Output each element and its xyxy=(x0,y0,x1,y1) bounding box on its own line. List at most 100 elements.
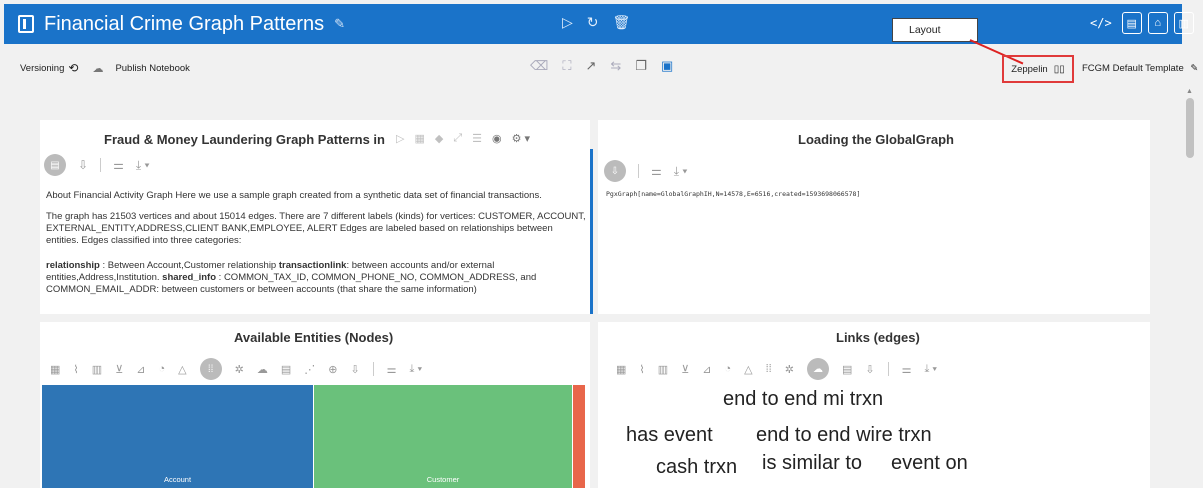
external-link-icon[interactable]: ↗ xyxy=(586,58,597,74)
cloud-chart-icon[interactable]: ☁ xyxy=(257,363,268,376)
paragraph-output: PgxGraph[name=GlobalGraphIH,N=14578,E=65… xyxy=(606,190,861,198)
table-icon[interactable]: ▦ xyxy=(50,363,60,376)
area-chart-icon[interactable]: ⊿ xyxy=(702,363,711,376)
versioning-link[interactable]: Versioning xyxy=(20,63,64,74)
template-label: FCGM Default Template xyxy=(1082,63,1184,74)
divider xyxy=(372,362,374,376)
divider xyxy=(638,164,639,178)
line-chart-icon[interactable]: ⌇ xyxy=(73,363,78,376)
export-icon[interactable]: ⇩ xyxy=(78,158,88,172)
edit-title-icon[interactable]: ✎ xyxy=(334,16,345,32)
clone-icon[interactable]: ❐ xyxy=(635,58,647,74)
sun-icon[interactable]: ✲ xyxy=(235,363,244,376)
chart-icon[interactable]: ▦ xyxy=(414,132,424,145)
divider xyxy=(100,158,102,172)
run-paragraph-icon[interactable]: ▷ xyxy=(396,132,404,145)
export-view-icon[interactable]: ⇩ xyxy=(604,160,626,182)
trash-icon[interactable]: 🗑 xyxy=(613,14,631,31)
triangle-icon[interactable]: △ xyxy=(744,363,752,376)
template-selector[interactable]: FCGM Default Template ✎ xyxy=(1082,63,1198,74)
refresh-icon[interactable]: ↻ xyxy=(587,14,599,31)
table-icon[interactable]: ▦ xyxy=(616,363,626,376)
triangle-icon[interactable]: △ xyxy=(178,363,186,376)
download-icon[interactable]: ⤓ ▾ xyxy=(924,363,937,376)
export-icon[interactable]: ⇩ xyxy=(865,363,874,376)
share-icon[interactable]: ⇆ xyxy=(610,58,621,74)
paragraph-text-3: relationship : Between Account,Customer … xyxy=(46,260,586,296)
scatter-icon[interactable]: ⋰ xyxy=(304,363,315,376)
export-icon[interactable]: ⇩ xyxy=(350,363,359,376)
sun-icon[interactable]: ✲ xyxy=(785,363,794,376)
pencil-icon[interactable]: ✎ xyxy=(1190,63,1198,74)
scroll-up-arrow[interactable]: ▲ xyxy=(1186,88,1193,95)
lock-button[interactable]: ⌂ xyxy=(1147,12,1168,34)
paragraph-title: Loading the GlobalGraph xyxy=(798,132,954,147)
treemap-icon[interactable]: ⁞⁞ xyxy=(766,363,772,375)
list-icon[interactable]: ☰ xyxy=(472,132,482,145)
code-icon[interactable]: </> xyxy=(1090,16,1112,30)
cloud-icon: ☁ xyxy=(92,62,104,75)
eye-icon[interactable]: ◉ xyxy=(492,132,502,145)
relationship-desc: : Between Account,Customer relationship xyxy=(99,260,279,271)
word-cloud-term: cash trxn xyxy=(656,456,738,478)
layout-callout: Layout xyxy=(892,18,978,42)
relationship-term: relationship xyxy=(46,260,100,271)
publish-notebook-button[interactable]: Publish Notebook xyxy=(115,63,189,74)
fullscreen-icon[interactable]: ⤢ xyxy=(453,132,462,145)
word-cloud-term: end to end mi trxn xyxy=(723,388,884,410)
filter-chart-icon[interactable]: ⊻ xyxy=(681,363,689,376)
document-view-button[interactable]: ▤ xyxy=(1121,12,1142,34)
treemap-icon[interactable]: ⁞⁞ xyxy=(199,358,222,380)
code-view-icon[interactable]: ▤ xyxy=(44,154,66,176)
treemap-cell-account[interactable]: Account xyxy=(42,385,313,488)
paragraph-title: Fraud & Money Laundering Graph Patterns … xyxy=(104,132,385,147)
area-chart-icon[interactable]: ⊿ xyxy=(136,363,145,376)
word-cloud-icon[interactable]: ☁ xyxy=(806,358,829,380)
settings-file-icon[interactable]: ▣ xyxy=(661,58,673,74)
gear-icon[interactable]: ⚙ ▾ xyxy=(512,132,530,145)
settings-sliders-icon[interactable]: ⚌ xyxy=(387,363,397,376)
scroll-thumb[interactable] xyxy=(1186,98,1194,158)
shared-info-term: shared_info xyxy=(162,272,217,283)
download-icon[interactable]: ⤓ ▾ xyxy=(410,363,423,376)
paragraph-title: Links (edges) xyxy=(836,330,920,345)
eraser-icon[interactable]: ⌫ xyxy=(530,58,548,74)
active-paragraph-indicator xyxy=(590,149,593,314)
split-view-button[interactable]: ▥ xyxy=(1173,12,1194,34)
column-chart-icon[interactable]: ▤ xyxy=(281,363,291,376)
download-icon[interactable]: ⤓ ▾ xyxy=(136,158,150,173)
history-icon[interactable]: ⟲ xyxy=(68,61,78,75)
paragraph-title: Available Entities (Nodes) xyxy=(234,330,394,345)
bar-chart-icon[interactable]: ▥ xyxy=(658,363,668,376)
tag-icon[interactable]: ◆ xyxy=(435,132,443,145)
word-cloud-term: is similar to xyxy=(762,452,863,474)
settings-sliders-icon[interactable]: ⚌ xyxy=(113,158,124,172)
column-chart-icon[interactable]: ▤ xyxy=(842,363,852,376)
notebook-title: Financial Crime Graph Patterns xyxy=(44,12,325,35)
layout-selector[interactable]: Zeppelin ▯▯ xyxy=(1002,55,1074,83)
transactionlink-term: transactionlink xyxy=(278,260,347,271)
word-cloud-term: event on xyxy=(891,452,968,474)
paragraph-links: Links (edges) ▦ ⌇ ▥ ⊻ ⊿ ◔ △ ⁞⁞ ✲ ☁ ▤ ⇩ ⚌… xyxy=(598,322,1150,488)
treemap-cell-other[interactable] xyxy=(572,385,585,488)
settings-sliders-icon[interactable]: ⚌ xyxy=(651,164,662,178)
entities-treemap: Account Customer xyxy=(42,385,585,488)
download-icon[interactable]: ⤓ ▾ xyxy=(674,164,688,179)
bar-chart-icon[interactable]: ▥ xyxy=(92,363,102,376)
pie-chart-icon[interactable]: ◔ xyxy=(158,363,165,375)
paragraph-text-1: About Financial Activity Graph Here we u… xyxy=(46,190,542,201)
layout-value: Zeppelin xyxy=(1011,63,1048,75)
expand-icon[interactable]: ⛶ xyxy=(562,58,571,74)
divider xyxy=(887,362,889,376)
globe-icon[interactable]: ⊕ xyxy=(328,363,337,376)
paragraph-loading-graph: Loading the GlobalGraph ⇩ ⚌ ⤓ ▾ PgxGraph… xyxy=(598,120,1150,314)
pie-chart-icon[interactable]: ◔ xyxy=(724,363,731,375)
paragraph-text-2: The graph has 21503 vertices and about 1… xyxy=(46,211,586,246)
word-cloud-term: end to end wire trxn xyxy=(756,424,932,446)
settings-sliders-icon[interactable]: ⚌ xyxy=(902,363,912,376)
book-icon: ▯▯ xyxy=(1053,63,1065,75)
line-chart-icon[interactable]: ⌇ xyxy=(639,363,644,376)
filter-chart-icon[interactable]: ⊻ xyxy=(115,363,123,376)
treemap-cell-customer[interactable]: Customer xyxy=(313,385,572,488)
run-all-icon[interactable]: ▷ xyxy=(562,14,573,31)
